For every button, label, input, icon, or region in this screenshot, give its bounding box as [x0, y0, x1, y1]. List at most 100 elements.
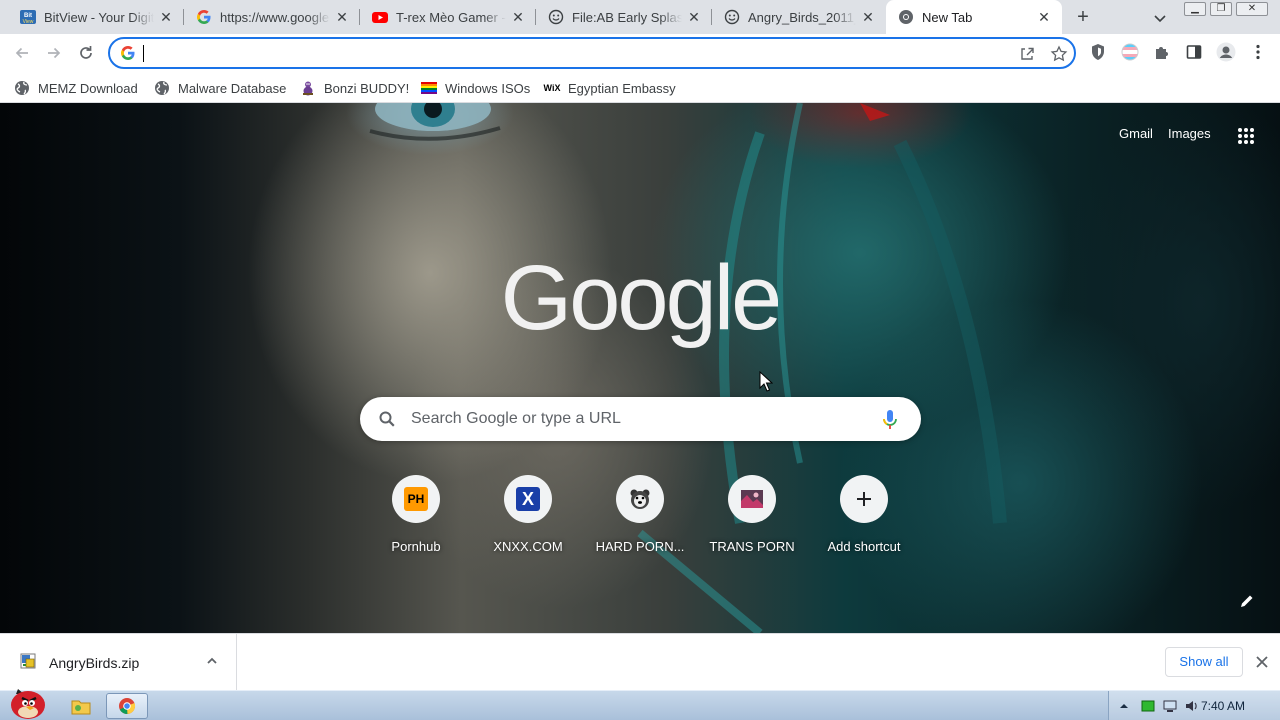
download-filename: AngryBirds.zip — [49, 655, 140, 671]
globe-icon — [154, 80, 170, 96]
os-taskbar: 7:40 AM — [0, 689, 1280, 720]
tab-ab-splash[interactable]: File:AB Early Splash Screen ✕ — [536, 0, 712, 34]
svg-text:Google: Google — [502, 255, 778, 349]
tab-bitview[interactable]: BitView BitView - Your Digital Video Rep… — [8, 0, 184, 34]
taskbar-chrome-button[interactable] — [106, 693, 148, 719]
shortcut-label: Add shortcut — [827, 539, 901, 554]
shield-extension-icon[interactable] — [1088, 42, 1108, 62]
voice-search-mic-icon[interactable] — [882, 409, 898, 431]
tab-strip: BitView BitView - Your Digital Video Rep… — [0, 0, 1280, 34]
google-g-icon — [196, 9, 212, 25]
minimize-button[interactable]: ▁ — [1184, 2, 1206, 16]
smiley-icon — [548, 9, 564, 25]
tab-close-icon[interactable]: ✕ — [334, 9, 350, 25]
shortcut-tile[interactable]: X XNXX.COM — [472, 475, 584, 554]
plus-icon — [857, 492, 871, 506]
shortcut-label: XNXX.COM — [493, 539, 563, 554]
address-input[interactable] — [144, 43, 1004, 63]
wix-icon: WiX — [543, 83, 561, 93]
folder-icon — [71, 700, 91, 715]
tab-youtube[interactable]: T-rex Mèo Gamer - YouTube ✕ — [360, 0, 536, 34]
shortcut-tile[interactable]: PH Pornhub — [360, 475, 472, 554]
tab-angry-birds[interactable]: Angry_Birds_2011_Nokia ✕ — [712, 0, 886, 34]
bookmarks-bar: MEMZ Download Malware Database Bonzi BUD… — [0, 72, 1280, 103]
share-icon[interactable] — [1018, 45, 1036, 63]
tab-close-icon[interactable]: ✕ — [860, 9, 876, 25]
bookmark-star-icon[interactable] — [1050, 45, 1068, 63]
bookmark-malware-database[interactable]: Malware Database — [154, 77, 286, 99]
shortcut-favicon — [616, 475, 664, 523]
tab-title: New Tab — [922, 9, 973, 25]
smiley-icon — [724, 9, 740, 25]
shortcut-favicon: X — [504, 475, 552, 523]
add-shortcut-button[interactable]: Add shortcut — [808, 475, 920, 554]
taskbar-explorer-button[interactable] — [60, 693, 102, 719]
forward-button[interactable] — [42, 41, 66, 65]
tab-title: BitView - Your Digital Video Repository — [44, 9, 154, 25]
download-shelf: AngryBirds.zip Show all — [0, 633, 1280, 691]
thumbnail-icon — [741, 490, 763, 508]
restore-button[interactable]: ❐ — [1210, 2, 1232, 16]
tab-new-tab[interactable]: New Tab ✕ — [886, 0, 1062, 34]
globe-icon — [14, 80, 30, 96]
shortcut-favicon — [728, 475, 776, 523]
tab-close-icon[interactable]: ✕ — [1036, 9, 1052, 25]
reload-button[interactable] — [74, 41, 98, 65]
tab-search-chevron-icon[interactable] — [1150, 8, 1170, 28]
volume-icon[interactable] — [1185, 699, 1199, 713]
bookmark-label: Bonzi BUDDY! — [324, 80, 410, 96]
tab-title: https://www.google.com — [220, 9, 330, 25]
customize-pencil-icon[interactable] — [1239, 593, 1255, 609]
bookmark-memz[interactable]: MEMZ Download — [14, 77, 138, 99]
bookmark-label: Windows ISOs — [445, 80, 531, 96]
google-apps-grid-icon[interactable] — [1237, 127, 1255, 145]
mouse-pointer-icon — [759, 370, 774, 393]
search-icon — [378, 410, 396, 428]
tab-google[interactable]: https://www.google.com ✕ — [184, 0, 360, 34]
network-icon[interactable] — [1163, 699, 1177, 713]
reload-icon — [80, 46, 92, 59]
close-window-button[interactable]: ✕ — [1236, 2, 1268, 16]
bookmark-windows-isos[interactable]: Windows ISOs — [421, 77, 530, 99]
google-g-icon — [120, 45, 136, 61]
new-tab-button[interactable]: + — [1072, 7, 1094, 29]
tab-title: Angry_Birds_2011_Nokia — [748, 9, 856, 25]
address-bar[interactable] — [108, 37, 1076, 69]
tray-expand-arrow-icon[interactable] — [1117, 699, 1131, 713]
chevron-up-icon[interactable] — [205, 654, 219, 668]
more-menu-icon[interactable] — [1248, 42, 1268, 62]
bookmark-bonzi-buddy[interactable]: Bonzi BUDDY! — [300, 77, 409, 99]
xnxx-logo-icon: X — [516, 487, 540, 511]
shortcut-tile[interactable]: TRANS PORN — [696, 475, 808, 554]
text-caret — [143, 45, 144, 62]
tab-close-icon[interactable]: ✕ — [510, 9, 526, 25]
ntp-search-box[interactable]: Search Google or type a URL — [360, 397, 921, 441]
shortcut-favicon — [840, 475, 888, 523]
chrome-icon — [119, 698, 136, 715]
show-all-downloads-button[interactable]: Show all — [1165, 647, 1243, 677]
search-placeholder: Search Google or type a URL — [411, 410, 621, 427]
shortcut-tile[interactable]: HARD PORN... — [584, 475, 696, 554]
system-tray — [1108, 691, 1280, 720]
tab-close-icon[interactable]: ✕ — [158, 9, 174, 25]
gmail-link[interactable]: Gmail — [1119, 126, 1153, 141]
start-button-angry-bird-icon[interactable] — [4, 683, 50, 720]
profile-avatar-icon[interactable] — [1216, 42, 1236, 62]
trans-flag-extension-icon[interactable] — [1120, 42, 1140, 62]
ph-logo-icon: PH — [404, 487, 428, 511]
bookmark-label: Malware Database — [178, 80, 287, 96]
back-button[interactable] — [10, 41, 34, 65]
rainbow-flag-icon — [421, 80, 437, 96]
close-download-shelf-icon[interactable] — [1254, 654, 1270, 670]
bookmark-egyptian-embassy[interactable]: WiX Egyptian Embassy — [544, 77, 676, 99]
battery-icon[interactable] — [1141, 699, 1155, 713]
tab-close-icon[interactable]: ✕ — [686, 9, 702, 25]
taskbar-clock[interactable]: 7:40 AM — [1201, 699, 1245, 713]
google-logo: Google — [501, 247, 783, 357]
puzzle-extensions-icon[interactable] — [1152, 42, 1172, 62]
images-link[interactable]: Images — [1168, 126, 1211, 141]
svg-text:View: View — [23, 19, 34, 25]
new-tab-page: Gmail Images Google Search Google or typ… — [0, 103, 1280, 633]
tab-title: File:AB Early Splash Screen — [572, 9, 682, 25]
side-panel-icon[interactable] — [1184, 42, 1204, 62]
